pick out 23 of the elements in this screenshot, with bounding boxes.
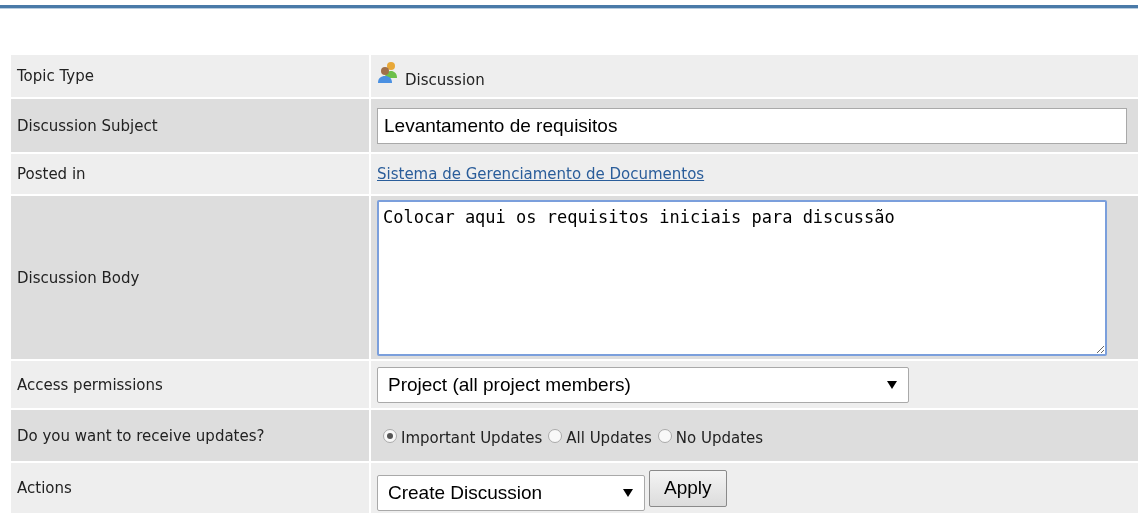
radio-button[interactable] bbox=[383, 428, 397, 443]
subject-field[interactable]: Levantamento de requisitos bbox=[377, 107, 1127, 144]
field-label: Discussion Subject bbox=[17, 116, 158, 135]
radio-label: Important Updates bbox=[401, 428, 543, 447]
apply-button[interactable]: Apply bbox=[649, 469, 727, 507]
radio-button[interactable] bbox=[657, 428, 672, 443]
topic-type-value: Discussion bbox=[405, 71, 485, 89]
field-label: Access permissions bbox=[17, 375, 163, 394]
radio-label: No Updates bbox=[675, 428, 764, 447]
field-label: Discussion Body bbox=[17, 268, 140, 287]
radio-button[interactable] bbox=[548, 428, 563, 443]
field-label: Posted in bbox=[17, 165, 86, 183]
body-field[interactable]: Colocar aqui os requisitos iniciais para discussão bbox=[377, 199, 1107, 356]
field-label: Topic Type bbox=[17, 67, 94, 85]
project-link[interactable]: Sistema de Gerenciamento de Documentos bbox=[377, 165, 705, 183]
field-label: Do you want to receive updates? bbox=[17, 426, 265, 445]
radio-label: All Updates bbox=[566, 428, 652, 447]
caret-icon bbox=[622, 488, 634, 498]
users-icon bbox=[377, 61, 399, 83]
caret-icon bbox=[886, 379, 898, 390]
field-label: Actions bbox=[17, 479, 72, 497]
action-select[interactable]: Create Discussion bbox=[377, 475, 645, 511]
permissions-select[interactable]: Project (all project members) bbox=[377, 366, 909, 403]
